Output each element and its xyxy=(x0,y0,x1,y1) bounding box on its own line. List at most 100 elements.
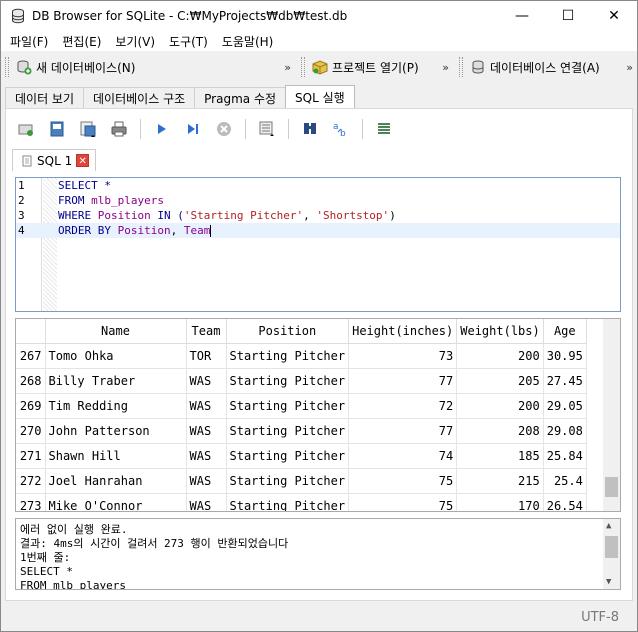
comment-lines-button[interactable] xyxy=(374,119,394,139)
tab-browse-data[interactable]: 데이터 보기 xyxy=(5,87,85,108)
cell-position[interactable]: Starting Pitcher xyxy=(226,393,350,419)
toolbar-grip[interactable] xyxy=(5,57,9,77)
cell-team[interactable]: TOR xyxy=(186,343,227,369)
column-header-name[interactable]: Name xyxy=(45,319,187,344)
execute-all-button[interactable] xyxy=(152,119,172,139)
table-row[interactable]: 273 Mike O'Connor WAS Starting Pitcher 75 170… xyxy=(16,493,587,511)
row-number[interactable]: 270 xyxy=(16,418,46,444)
sql-editor-tab[interactable]: SQL 1 ✕ xyxy=(12,149,97,171)
cell-name[interactable]: Shawn Hill xyxy=(45,443,187,469)
cell-age[interactable]: 26.54 xyxy=(543,493,587,511)
cell-age[interactable]: 25.84 xyxy=(543,443,587,469)
column-header-weight[interactable]: Weight(lbs) xyxy=(456,319,544,344)
cell-height[interactable]: 77 xyxy=(348,368,458,394)
column-header-height[interactable]: Height(inches) xyxy=(348,319,458,344)
cell-name[interactable]: Billy Traber xyxy=(45,368,187,394)
cell-weight[interactable]: 200 xyxy=(456,393,544,419)
cell-position[interactable]: Starting Pitcher xyxy=(226,468,350,494)
menu-file[interactable]: 파일(F) xyxy=(3,33,55,50)
scrollbar-thumb[interactable] xyxy=(605,477,618,497)
open-tab-button[interactable] xyxy=(16,119,36,139)
tab-edit-pragmas[interactable]: Pragma 수정 xyxy=(194,87,287,108)
cell-name[interactable]: Joel Hanrahan xyxy=(45,468,187,494)
cell-weight[interactable]: 170 xyxy=(456,493,544,511)
menu-tools[interactable]: 도구(T) xyxy=(162,33,215,50)
code-line[interactable]: 2 FROM mlb_players xyxy=(16,193,620,208)
cell-name[interactable]: Mike O'Connor xyxy=(45,493,187,511)
row-number[interactable]: 271 xyxy=(16,443,46,469)
cell-height[interactable]: 77 xyxy=(348,418,458,444)
code-line[interactable]: 1 SELECT * xyxy=(16,178,620,193)
close-tab-icon[interactable]: ✕ xyxy=(76,154,90,167)
execute-current-line-button[interactable] xyxy=(183,119,203,139)
cell-name[interactable]: Tim Redding xyxy=(45,393,187,419)
cell-height[interactable]: 75 xyxy=(348,493,458,511)
print-button[interactable] xyxy=(109,119,129,139)
tab-database-structure[interactable]: 데이터베이스 구조 xyxy=(83,87,196,108)
maximize-button[interactable]: ☐ xyxy=(545,1,591,31)
toolbar-grip[interactable] xyxy=(301,57,305,77)
column-header-team[interactable]: Team xyxy=(186,319,227,344)
scrollbar-thumb[interactable] xyxy=(605,536,618,558)
row-number[interactable]: 267 xyxy=(16,343,46,369)
message-vertical-scrollbar[interactable]: ▲ ▼ xyxy=(603,519,620,589)
attach-database-button[interactable]: 데이터베이스 연결(A) xyxy=(466,57,604,78)
table-row[interactable]: 272 Joel Hanrahan WAS Starting Pitcher 75 215… xyxy=(16,468,587,494)
cell-age[interactable]: 30.95 xyxy=(543,343,587,369)
save-sql-file-button[interactable] xyxy=(78,119,98,139)
cell-position[interactable]: Starting Pitcher xyxy=(226,443,350,469)
menu-view[interactable]: 보기(V) xyxy=(108,33,162,50)
cell-weight[interactable]: 200 xyxy=(456,343,544,369)
toolbar-overflow-2[interactable]: » xyxy=(442,61,449,74)
execution-message-box[interactable]: FROM mlb_players SELECT * 1번째 줄: 결과: 4ms의 시… xyxy=(15,518,621,590)
table-row[interactable]: 269 Tim Redding WAS Starting Pitcher 72 200 29… xyxy=(16,393,587,419)
cell-height[interactable]: 72 xyxy=(348,393,458,419)
find-replace-button[interactable]: a b xyxy=(331,119,351,139)
cell-team[interactable]: WAS xyxy=(186,493,227,511)
sql-editor[interactable]: 1 SELECT * 2 FROM mlb_players 3 WHERE Positio… xyxy=(15,177,621,312)
stop-execution-button[interactable] xyxy=(214,119,234,139)
cell-team[interactable]: WAS xyxy=(186,443,227,469)
table-row[interactable]: 270 John Patterson WAS Starting Pitcher 77 20… xyxy=(16,418,587,444)
toolbar-overflow-1[interactable]: » xyxy=(284,61,291,74)
toolbar-grip[interactable] xyxy=(459,57,463,77)
cell-position[interactable]: Starting Pitcher xyxy=(226,493,350,511)
row-number[interactable]: 273 xyxy=(16,493,46,511)
results-vertical-scrollbar[interactable] xyxy=(603,319,620,511)
close-window-button[interactable]: ✕ xyxy=(591,1,637,31)
column-header-position[interactable]: Position xyxy=(226,319,350,344)
find-button[interactable] xyxy=(300,119,320,139)
table-row[interactable]: 271 Shawn Hill WAS Starting Pitcher 74 185 25.… xyxy=(16,443,587,469)
results-grid[interactable]: Name Team Position Height(inches) Weight… xyxy=(15,318,621,512)
table-row[interactable]: 267 Tomo Ohka TOR Starting Pitcher 73 200 30.9… xyxy=(16,343,587,369)
cell-team[interactable]: WAS xyxy=(186,393,227,419)
row-number[interactable]: 269 xyxy=(16,393,46,419)
scroll-up-arrow-icon[interactable]: ▲ xyxy=(606,521,611,531)
cell-name[interactable]: Tomo Ohka xyxy=(45,343,187,369)
cell-height[interactable]: 73 xyxy=(348,343,458,369)
cell-weight[interactable]: 208 xyxy=(456,418,544,444)
cell-team[interactable]: WAS xyxy=(186,368,227,394)
cell-name[interactable]: John Patterson xyxy=(45,418,187,444)
cell-position[interactable]: Starting Pitcher xyxy=(226,343,350,369)
row-number[interactable]: 268 xyxy=(16,368,46,394)
code-line[interactable]: 4 ORDER BY Position, Team xyxy=(16,223,620,238)
tab-execute-sql[interactable]: SQL 실행 xyxy=(285,85,355,108)
cell-weight[interactable]: 215 xyxy=(456,468,544,494)
row-number[interactable]: 272 xyxy=(16,468,46,494)
open-project-button[interactable]: 프로젝트 열기(P) xyxy=(308,57,423,78)
code-line[interactable]: 3 WHERE Position IN ('Starting Pitcher', … xyxy=(16,208,620,223)
cell-age[interactable]: 29.08 xyxy=(543,418,587,444)
table-row[interactable]: 268 Billy Traber WAS Starting Pitcher 77 205 2… xyxy=(16,368,587,394)
cell-team[interactable]: WAS xyxy=(186,468,227,494)
cell-height[interactable]: 75 xyxy=(348,468,458,494)
cell-weight[interactable]: 185 xyxy=(456,443,544,469)
open-sql-file-button[interactable] xyxy=(47,119,67,139)
cell-age[interactable]: 29.05 xyxy=(543,393,587,419)
cell-position[interactable]: Starting Pitcher xyxy=(226,418,350,444)
menu-edit[interactable]: 편집(E) xyxy=(55,33,108,50)
cell-position[interactable]: Starting Pitcher xyxy=(226,368,350,394)
column-header-age[interactable]: Age xyxy=(543,319,587,344)
toolbar-overflow-3[interactable]: » xyxy=(626,61,633,74)
cell-weight[interactable]: 205 xyxy=(456,368,544,394)
